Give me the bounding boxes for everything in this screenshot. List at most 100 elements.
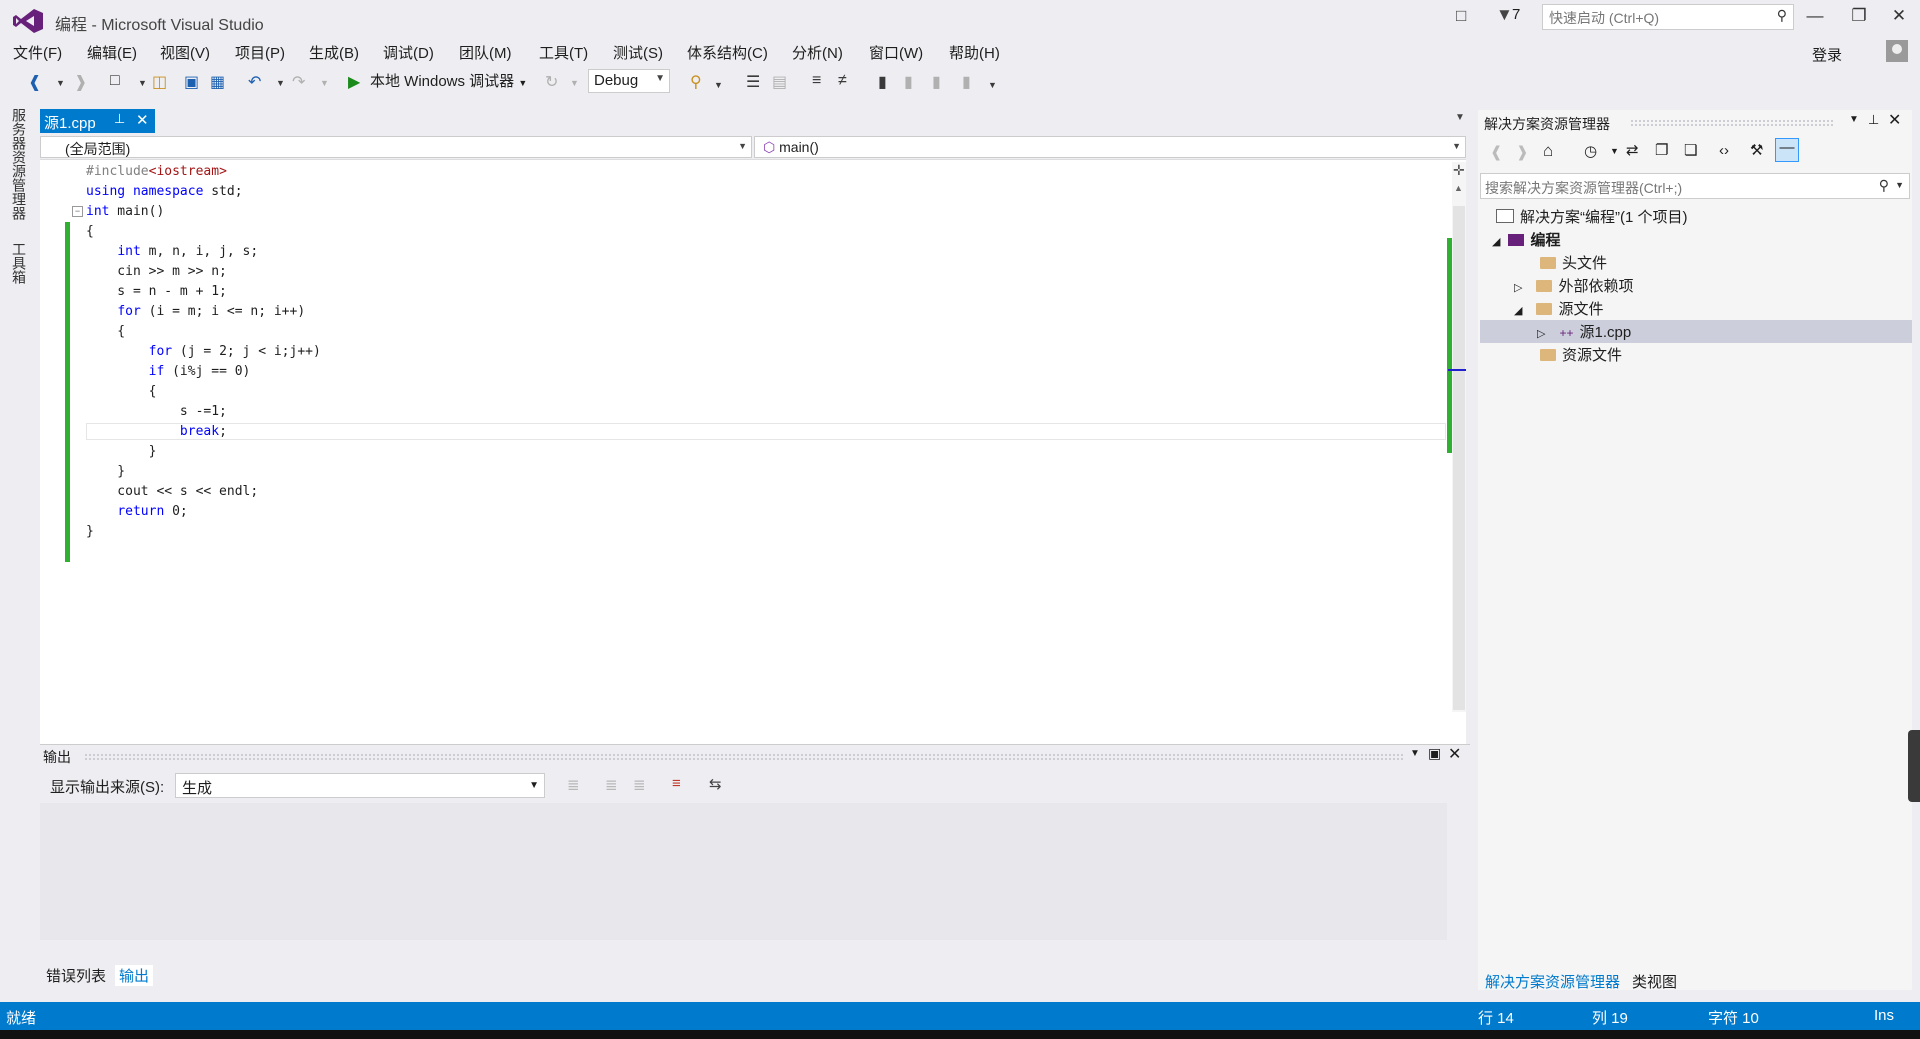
avatar[interactable] <box>1886 40 1908 62</box>
menu-tools[interactable]: 工具(T) <box>539 42 588 63</box>
undo-dropdown-icon[interactable]: ▼ <box>276 78 285 88</box>
bookmark-icon[interactable]: ▮ <box>878 72 887 92</box>
tree-source-files[interactable]: ◢ 源文件 <box>1514 298 1603 319</box>
toolbar-overflow-icon[interactable]: ▼ <box>988 80 997 90</box>
attach-icon[interactable]: ▤ <box>772 72 787 92</box>
document-tab[interactable]: 源1.cpp ⊥ ✕ <box>40 109 155 133</box>
collapse-all-icon[interactable]: ❐ <box>1655 141 1668 159</box>
close-window-button[interactable]: ✕ <box>1886 6 1912 30</box>
tree-resource-files[interactable]: 资源文件 <box>1540 344 1622 365</box>
open-file-icon[interactable]: ◫ <box>152 72 167 92</box>
panel-menu-icon[interactable]: ▼ <box>1410 748 1420 759</box>
panel-grip[interactable] <box>84 753 1404 761</box>
next-message-icon[interactable]: ≣ <box>633 776 646 794</box>
home-icon[interactable]: ⌂ <box>1543 141 1553 161</box>
tab-output[interactable]: 输出 <box>115 965 154 986</box>
function-dropdown[interactable]: ⬡ main() ▼ <box>754 136 1466 158</box>
panel-grip[interactable] <box>1630 119 1835 127</box>
scroll-up-icon[interactable]: ▲ <box>1454 183 1463 193</box>
refresh-dropdown-icon[interactable]: ▼ <box>570 78 579 88</box>
preview-selected-icon[interactable]: — <box>1775 138 1799 162</box>
fold-toggle-icon[interactable]: − <box>72 206 83 217</box>
solution-search-input[interactable]: 搜索解决方案资源管理器(Ctrl+;) ⚲ ▼ <box>1480 173 1910 199</box>
login-link[interactable]: 登录 <box>1812 44 1842 65</box>
sync-icon[interactable]: ⇄ <box>1626 141 1639 159</box>
output-text-area[interactable] <box>40 803 1447 940</box>
menu-architecture[interactable]: 体系结构(C) <box>687 42 768 63</box>
find-dropdown-icon[interactable]: ▼ <box>714 80 723 90</box>
tree-solution[interactable]: 解决方案“编程”(1 个项目) <box>1496 206 1688 227</box>
comment-icon[interactable]: ≠ <box>838 72 847 90</box>
back-icon[interactable]: ❰ <box>1490 143 1503 161</box>
pin-icon[interactable]: ⊥ <box>114 111 125 127</box>
undo-icon[interactable]: ↶ <box>248 72 261 92</box>
split-editor-icon[interactable]: ✛ <box>1453 162 1465 179</box>
tree-source-cpp[interactable]: ▷ ++ 源1.cpp <box>1537 321 1631 342</box>
start-debugger-button[interactable]: 本地 Windows 调试器 ▼ <box>370 70 527 91</box>
menu-team[interactable]: 团队(M) <box>459 42 512 63</box>
close-panel-icon[interactable]: ✕ <box>1448 744 1461 764</box>
minimize-button[interactable]: — <box>1802 6 1828 30</box>
menu-project[interactable]: 项目(P) <box>235 42 285 63</box>
notification-count[interactable]: 7 <box>1512 6 1520 23</box>
menu-help[interactable]: 帮助(H) <box>949 42 1000 63</box>
redo-icon[interactable]: ↷ <box>292 72 305 92</box>
save-all-icon[interactable]: ▦ <box>210 72 225 92</box>
menu-debug[interactable]: 调试(D) <box>383 42 434 63</box>
properties-icon[interactable]: ⚒ <box>1750 141 1763 159</box>
back-dropdown-icon[interactable]: ▼ <box>56 78 65 88</box>
solution-config-icon[interactable]: ☰ <box>746 72 760 92</box>
menu-test[interactable]: 测试(S) <box>613 42 663 63</box>
new-project-icon[interactable]: □ <box>110 72 120 90</box>
forward-icon[interactable]: ❱ <box>1516 143 1529 161</box>
pending-changes-icon[interactable]: ◷ <box>1584 142 1597 160</box>
scrollbar-thumb[interactable] <box>1453 206 1465 710</box>
restore-button[interactable]: ❐ <box>1846 6 1872 30</box>
back-icon[interactable]: ❰ <box>28 72 41 92</box>
prev-message-icon[interactable]: ≣ <box>605 776 618 794</box>
menu-build[interactable]: 生成(B) <box>309 42 359 63</box>
pin-icon[interactable]: ⊥ <box>1868 112 1879 128</box>
tree-header-files[interactable]: 头文件 <box>1540 252 1607 273</box>
close-panel-icon[interactable]: ✕ <box>1888 110 1901 130</box>
pending-dropdown-icon[interactable]: ▼ <box>1610 146 1619 156</box>
close-tab-icon[interactable]: ✕ <box>136 111 149 129</box>
goto-message-icon[interactable]: ≣ <box>567 776 580 794</box>
clear-all-icon[interactable]: ≡ <box>672 775 681 792</box>
refresh-icon[interactable]: ↻ <box>545 72 558 92</box>
server-explorer-tab[interactable]: 服务器资源管理器 <box>9 108 29 220</box>
start-debug-icon[interactable]: ▶ <box>348 72 360 92</box>
menu-view[interactable]: 视图(V) <box>160 42 210 63</box>
menu-window[interactable]: 窗口(W) <box>869 42 923 63</box>
scope-dropdown[interactable]: (全局范围) ▼ <box>40 136 752 158</box>
find-in-files-icon[interactable]: ⚲ <box>690 72 702 92</box>
tab-overflow-icon[interactable]: ▼ <box>1455 112 1465 123</box>
next-bookmark-icon[interactable]: ▮ <box>932 72 941 92</box>
feedback-icon[interactable]: □ <box>1456 6 1466 26</box>
menu-edit[interactable]: 编辑(E) <box>87 42 137 63</box>
tab-solution-explorer[interactable]: 解决方案资源管理器 <box>1485 971 1620 992</box>
configuration-select[interactable]: Debug ▼ <box>588 69 670 93</box>
quick-launch-input[interactable]: 快速启动 (Ctrl+Q) ⚲ <box>1542 4 1794 30</box>
tree-external-deps[interactable]: ▷ 外部依赖项 <box>1514 275 1633 296</box>
indent-icon[interactable]: ≡ <box>812 72 821 90</box>
notifications-filter-icon[interactable]: ▼ <box>1496 5 1513 25</box>
view-code-icon[interactable]: ‹› <box>1719 142 1729 159</box>
panel-menu-icon[interactable]: ▼ <box>1849 114 1859 125</box>
menu-analyze[interactable]: 分析(N) <box>792 42 843 63</box>
maximize-panel-icon[interactable]: ▣ <box>1428 745 1441 762</box>
tree-project[interactable]: ◢ 编程 <box>1492 229 1560 250</box>
toolbox-tab[interactable]: 工具箱 <box>9 242 29 284</box>
menu-file[interactable]: 文件(F) <box>13 42 62 63</box>
output-source-select[interactable]: 生成 ▼ <box>175 773 545 798</box>
new-dropdown-icon[interactable]: ▼ <box>138 78 147 88</box>
tab-class-view[interactable]: 类视图 <box>1632 971 1677 992</box>
forward-icon[interactable]: ❱ <box>74 72 87 92</box>
save-icon[interactable]: ▣ <box>184 72 199 92</box>
redo-dropdown-icon[interactable]: ▼ <box>320 78 329 88</box>
show-all-files-icon[interactable]: ❏ <box>1684 141 1697 159</box>
tab-error-list[interactable]: 错误列表 <box>46 965 106 986</box>
word-wrap-icon[interactable]: ⇆ <box>709 775 722 793</box>
clear-bookmarks-icon[interactable]: ▮ <box>962 72 971 92</box>
prev-bookmark-icon[interactable]: ▮ <box>904 72 913 92</box>
